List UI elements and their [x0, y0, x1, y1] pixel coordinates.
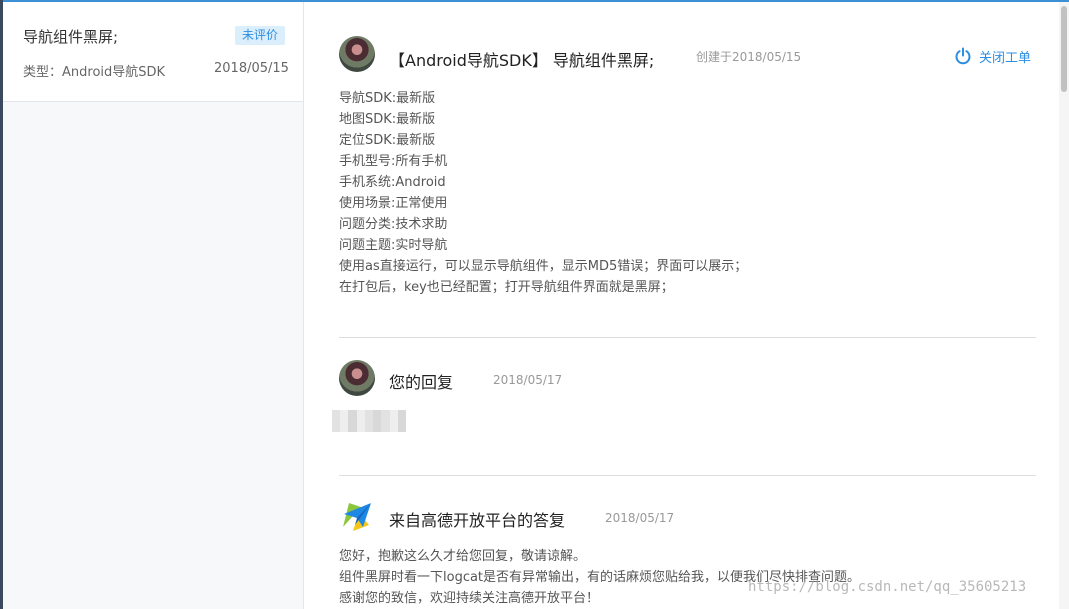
ticket-body-line: 问题主题:实时导航: [339, 238, 448, 253]
close-ticket-label: 关闭工单: [979, 50, 1032, 66]
my-reply-date: 2018/05/17: [493, 373, 563, 387]
scrollbar-thumb[interactable]: [1061, 6, 1067, 92]
ticket-list-title: 导航组件黑屏;: [23, 28, 119, 46]
close-ticket-button[interactable]: 关闭工单: [954, 46, 1031, 66]
redacted-reply-content: [332, 410, 406, 432]
ticket-sidebar: 导航组件黑屏; 未评价 类型：Android导航SDK 2018/05/15: [3, 2, 304, 609]
official-reply-body: 您好，抱歉这么久才给您回复，敬请谅解。 组件黑屏时看一下logcat是否有异常输…: [339, 546, 1049, 609]
ticket-body-line: 手机型号:所有手机: [339, 154, 448, 169]
my-reply-title: 您的回复: [389, 373, 454, 392]
official-reply-line: 您好，抱歉这么久才给您回复，敬请谅解。: [339, 549, 587, 564]
ticket-body-line: 定位SDK:最新版: [339, 133, 436, 148]
ticket-list-item[interactable]: 导航组件黑屏; 未评价 类型：Android导航SDK 2018/05/15: [3, 2, 303, 102]
ticket-body-line: 地图SDK:最新版: [339, 112, 436, 127]
section-divider: [339, 337, 1036, 338]
ticket-body-line: 手机系统:Android: [339, 175, 446, 190]
ticket-body: 导航SDK:最新版 地图SDK:最新版 定位SDK:最新版 手机型号:所有手机 …: [339, 88, 1039, 298]
ticket-list-date: 2018/05/15: [214, 61, 289, 76]
ticket-body-line: 导航SDK:最新版: [339, 91, 436, 106]
ticket-body-line: 使用场景:正常使用: [339, 196, 448, 211]
ticket-created-date: 创建于2018/05/15: [696, 50, 802, 64]
ticket-detail: 【Android导航SDK】 导航组件黑屏; 创建于2018/05/15 关闭工…: [304, 2, 1059, 609]
ticket-list-type: 类型：Android导航SDK: [23, 65, 166, 80]
paper-plane-logo: [339, 497, 375, 533]
vertical-scrollbar[interactable]: [1059, 2, 1069, 609]
ticket-title: 【Android导航SDK】 导航组件黑屏;: [389, 51, 655, 70]
section-divider: [339, 475, 1036, 476]
power-icon: [955, 47, 971, 65]
user-avatar: [339, 360, 375, 396]
ticket-body-line: 使用as直接运行，可以显示导航组件，显示MD5错误；界面可以展示；: [339, 259, 748, 274]
watermark: https://blog.csdn.net/qq_35605213: [748, 579, 1027, 595]
ticket-body-line: 在打包后，key也已经配置；打开导航组件界面就是黑屏；: [339, 280, 674, 295]
user-avatar: [339, 36, 375, 72]
ticket-body-line: 问题分类:技术求助: [339, 217, 448, 232]
status-badge: 未评价: [235, 26, 286, 45]
official-reply-date: 2018/05/17: [605, 511, 675, 525]
official-reply-title: 来自高德开放平台的答复: [389, 511, 566, 530]
